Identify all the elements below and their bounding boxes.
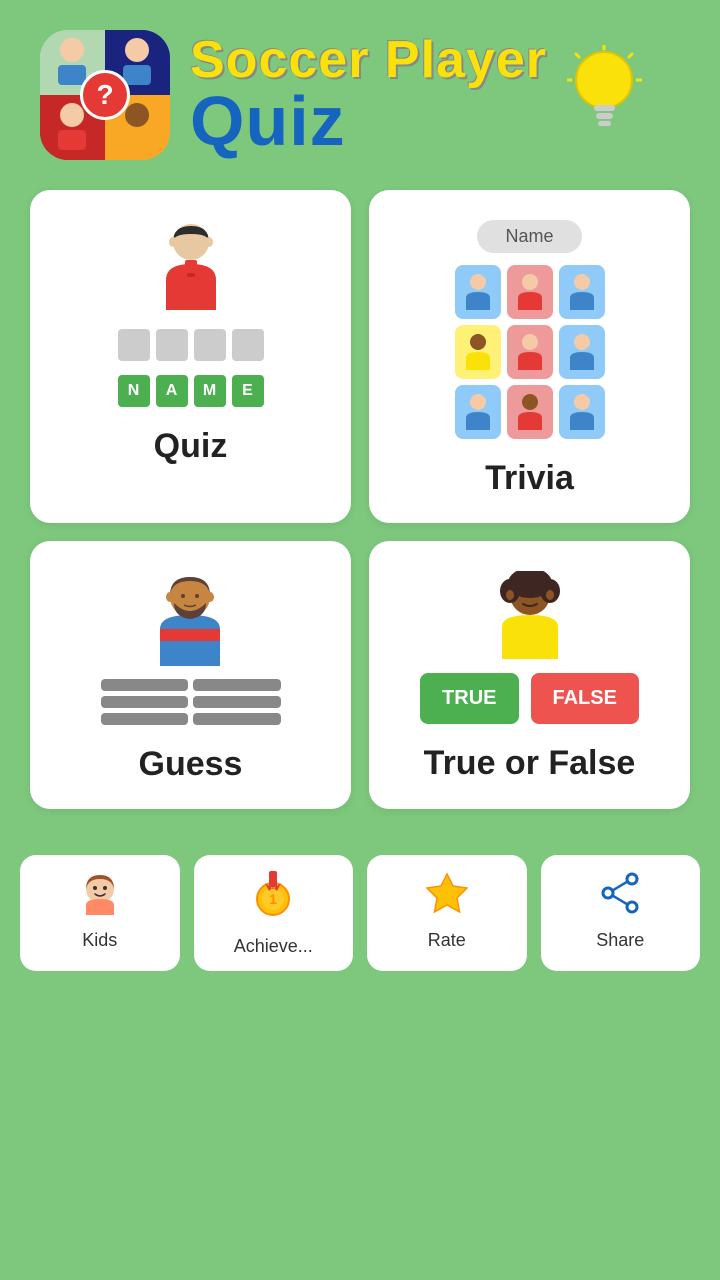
letter-a: A [156, 375, 188, 407]
trivia-label: Trivia [485, 459, 574, 498]
nav-share[interactable]: Share [541, 855, 701, 971]
empty-box-2 [156, 329, 188, 361]
app-title: Soccer Player Quiz [190, 34, 547, 156]
tof-buttons: TRUE FALSE [420, 673, 639, 724]
player-mini-3 [559, 265, 605, 319]
bottom-nav: Kids 1 Achieve... Rate [0, 839, 720, 987]
quiz-player-avatar [151, 220, 231, 315]
filled-letter-boxes: N A M E [118, 375, 264, 407]
player-mini-6 [559, 325, 605, 379]
nav-rate[interactable]: Rate [367, 855, 527, 971]
guess-text-lines [101, 679, 281, 725]
guess-label: Guess [139, 745, 243, 784]
app-icon[interactable]: ? [40, 30, 170, 160]
lightbulb-icon [567, 45, 642, 146]
player-mini-1 [455, 265, 501, 319]
trivia-illustration: Name [455, 220, 605, 439]
header: ? Soccer Player Quiz [0, 0, 720, 180]
text-line-2 [193, 679, 281, 691]
name-pill: Name [477, 220, 581, 253]
tof-player-avatar [490, 571, 570, 661]
player-grid [455, 265, 605, 439]
quiz-label: Quiz [154, 427, 228, 466]
share-label: Share [596, 930, 644, 951]
player-mini-2 [507, 265, 553, 319]
letter-m: M [194, 375, 226, 407]
quiz-card[interactable]: N A M E Quiz [30, 190, 351, 523]
rate-icon [425, 871, 469, 922]
text-line-1 [101, 679, 189, 691]
empty-box-3 [194, 329, 226, 361]
tof-illustration: TRUE FALSE [420, 571, 639, 724]
empty-letter-boxes [118, 329, 264, 361]
achievements-icon: 1 [251, 871, 295, 928]
rate-label: Rate [428, 930, 466, 951]
player-mini-7 [455, 385, 501, 439]
kids-icon [78, 871, 122, 922]
share-icon [598, 871, 642, 922]
player-mini-4 [455, 325, 501, 379]
letter-n: N [118, 375, 150, 407]
letter-e: E [232, 375, 264, 407]
title-line2: Quiz [190, 86, 346, 156]
guess-illustration [101, 571, 281, 725]
empty-box-1 [118, 329, 150, 361]
guess-card[interactable]: Guess [30, 541, 351, 809]
trivia-card[interactable]: Name [369, 190, 690, 523]
quiz-illustration: N A M E [118, 220, 264, 407]
cards-grid: N A M E Quiz Name [0, 180, 720, 829]
title-line1: Soccer Player [190, 34, 547, 86]
text-line-4 [193, 696, 281, 708]
true-button[interactable]: TRUE [420, 673, 518, 724]
achievements-label: Achieve... [234, 936, 313, 957]
tof-card[interactable]: TRUE FALSE True or False [369, 541, 690, 809]
player-mini-5 [507, 325, 553, 379]
nav-achievements[interactable]: 1 Achieve... [194, 855, 354, 971]
text-line-6 [193, 713, 281, 725]
app-icon-question: ? [80, 70, 130, 120]
kids-label: Kids [82, 930, 117, 951]
empty-box-4 [232, 329, 264, 361]
nav-kids[interactable]: Kids [20, 855, 180, 971]
text-line-5 [101, 713, 189, 725]
false-button[interactable]: FALSE [531, 673, 639, 724]
guess-player-avatar [148, 571, 233, 671]
svg-text:1: 1 [269, 891, 277, 907]
player-mini-9 [559, 385, 605, 439]
text-line-3 [101, 696, 189, 708]
tof-label: True or False [424, 744, 636, 783]
player-mini-8 [507, 385, 553, 439]
